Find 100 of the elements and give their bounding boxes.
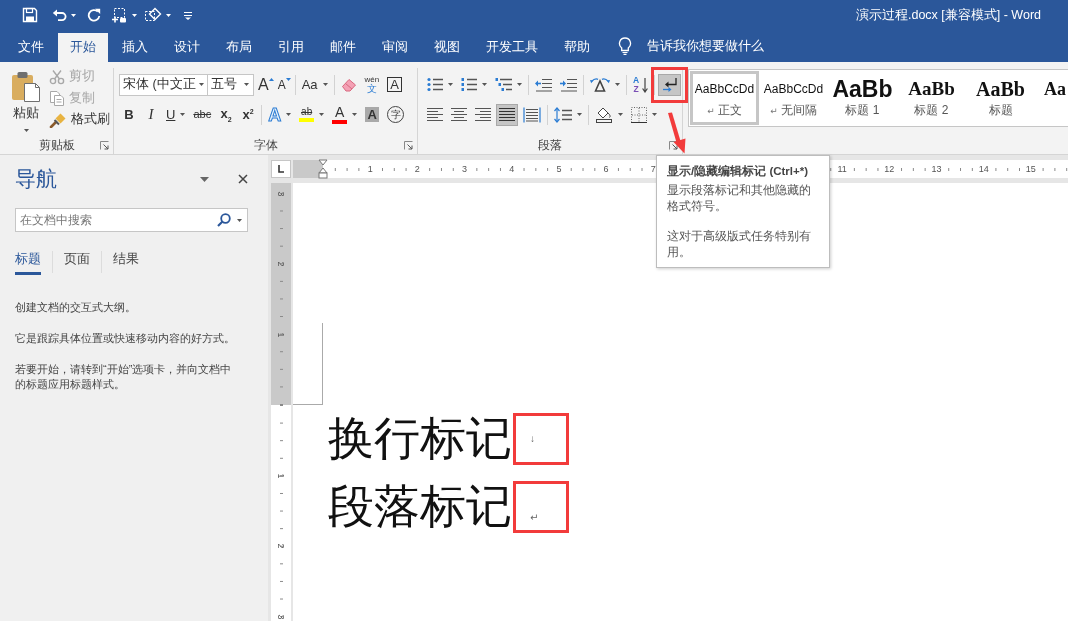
scissors-icon	[49, 68, 65, 85]
search-icon[interactable]	[217, 213, 231, 227]
caret-icon	[23, 129, 29, 132]
ribbon-tab[interactable]: 引用	[266, 33, 316, 62]
ruler-number: 15	[1024, 164, 1037, 174]
close-icon[interactable]	[238, 174, 248, 184]
pane-title: 导航	[15, 166, 57, 192]
ribbon-tab[interactable]: 视图	[422, 33, 472, 62]
tell-me-field[interactable]: 告诉我你想要做什么	[647, 39, 767, 53]
style-item[interactable]: AaBb 标题	[966, 71, 1035, 125]
justify-button[interactable]	[496, 103, 518, 126]
ribbon-tab[interactable]: 邮件	[318, 33, 368, 62]
grow-font-button[interactable]: A	[257, 73, 275, 96]
dialog-launcher-icon[interactable]	[100, 140, 109, 150]
ruler-number: 1	[276, 332, 286, 337]
show-hide-marks-button[interactable]	[658, 73, 682, 96]
font-name-combobox[interactable]: 宋体 (中文正	[119, 73, 208, 96]
paragraph-mark: ↵	[530, 513, 539, 523]
caret-icon[interactable]	[132, 13, 137, 17]
ruler-number: 1	[366, 164, 374, 174]
group-label: 段落	[538, 136, 562, 154]
nav-hint-text: 若要开始，请转到“开始”选项卡，并向文档中的标题应用标题样式。	[15, 362, 233, 392]
ruler-number: 2	[276, 261, 286, 267]
style-item[interactable]: Aa	[1035, 71, 1068, 125]
nav-tab[interactable]: 标题	[15, 251, 41, 275]
bold-button[interactable]: B	[119, 103, 139, 126]
align-center-icon	[451, 107, 467, 122]
ruler-number: 2	[413, 164, 421, 174]
group-label: 剪贴板	[38, 136, 75, 154]
ruler-number: 7	[649, 164, 657, 174]
tab-stop-icon[interactable]	[271, 160, 291, 178]
redo-icon[interactable]	[87, 8, 101, 22]
indent-marker-icon[interactable]	[318, 159, 328, 179]
eraser-icon	[340, 77, 357, 92]
multilevel-list-icon	[495, 77, 512, 92]
ruler-number: 12	[883, 164, 896, 174]
ribbon-tab[interactable]: 帮助	[552, 33, 602, 62]
highlight-button[interactable]: ab	[296, 103, 328, 126]
ribbon-tab[interactable]: 开发工具	[474, 33, 550, 62]
ruler-number: 3	[276, 191, 286, 196]
caret-icon[interactable]	[237, 218, 242, 222]
document-text: 段落标记	[328, 480, 512, 534]
ribbon-tab[interactable]: 设计	[162, 33, 212, 62]
save-icon[interactable]	[22, 7, 38, 23]
align-left-icon	[427, 107, 443, 122]
font-color-button[interactable]: A	[329, 103, 361, 126]
dashed-square-icon[interactable]	[111, 7, 127, 23]
customize-icon[interactable]	[184, 10, 192, 20]
shrink-font-button[interactable]: A	[276, 73, 292, 96]
nav-tab[interactable]: 页面	[64, 251, 90, 275]
style-item[interactable]: AaBb 标题 1	[828, 71, 897, 125]
font-size-combobox[interactable]: 五号	[207, 73, 254, 96]
style-item[interactable]: AaBbCcDd ↵ 正文	[690, 71, 759, 125]
dialog-launcher-icon[interactable]	[404, 140, 413, 150]
change-case-button[interactable]: Aa	[298, 73, 331, 96]
ruler-number: 5	[555, 164, 563, 174]
phonetic-guide-button[interactable]: wén 文	[361, 73, 383, 96]
indent-icon	[560, 77, 577, 92]
document-text: 换行标记	[328, 412, 512, 466]
caret-icon[interactable]	[200, 176, 209, 182]
superscript-button[interactable]: x$^{2}$	[238, 103, 259, 126]
triangle-icon	[268, 77, 274, 81]
triangle-icon	[285, 77, 291, 81]
tooltip-text: 显示段落标记和其他隐藏的格式符号。	[667, 182, 812, 214]
ribbon-tab[interactable]: 文件	[6, 33, 56, 62]
italic-button[interactable]: I	[141, 103, 161, 126]
style-item[interactable]: AaBb 标题 2	[897, 71, 966, 125]
lightbulb-icon[interactable]	[618, 37, 632, 55]
character-shading-button[interactable]: A	[362, 103, 383, 126]
paintbrush-icon	[49, 111, 67, 128]
ribbon-tab[interactable]: 插入	[110, 33, 160, 62]
distribute-icon	[523, 106, 541, 123]
group-label: 字体	[253, 136, 278, 154]
strikethrough-button[interactable]: abc	[190, 103, 215, 126]
ribbon-tab[interactable]: 审阅	[370, 33, 420, 62]
ribbon-tab[interactable]: 开始	[58, 33, 108, 62]
underline-button[interactable]: U	[163, 103, 189, 126]
style-item[interactable]: AaBbCcDd ↵ 无间隔	[759, 71, 828, 125]
ruler-margin	[293, 160, 323, 178]
ruler-number: 13	[930, 164, 943, 174]
caret-icon[interactable]	[71, 13, 76, 17]
undo-icon[interactable]	[52, 8, 68, 22]
character-border-button[interactable]: A	[384, 73, 405, 96]
format-painter-button[interactable]: 格式刷	[49, 109, 110, 131]
nav-tab[interactable]: 结果	[113, 251, 139, 275]
caret-icon	[198, 83, 204, 86]
line-break-mark: ↓	[530, 434, 535, 444]
ruler-number: 2	[276, 543, 286, 549]
caret-icon[interactable]	[166, 13, 171, 17]
sort-button[interactable]: A Z	[630, 73, 652, 96]
dialog-launcher-icon[interactable]	[669, 140, 678, 150]
diamond-icon[interactable]	[144, 7, 162, 23]
ribbon-tab[interactable]: 布局	[214, 33, 264, 62]
subscript-button[interactable]: x$_{2}$	[216, 103, 237, 126]
arrows-icon	[590, 77, 610, 92]
numbered-list-icon	[461, 77, 477, 92]
ruler-number: 1	[276, 473, 286, 478]
search-field[interactable]: 在文档中搜索	[15, 208, 248, 232]
paste-button[interactable]: 粘贴	[8, 68, 44, 136]
line-spacing-icon	[554, 106, 572, 123]
